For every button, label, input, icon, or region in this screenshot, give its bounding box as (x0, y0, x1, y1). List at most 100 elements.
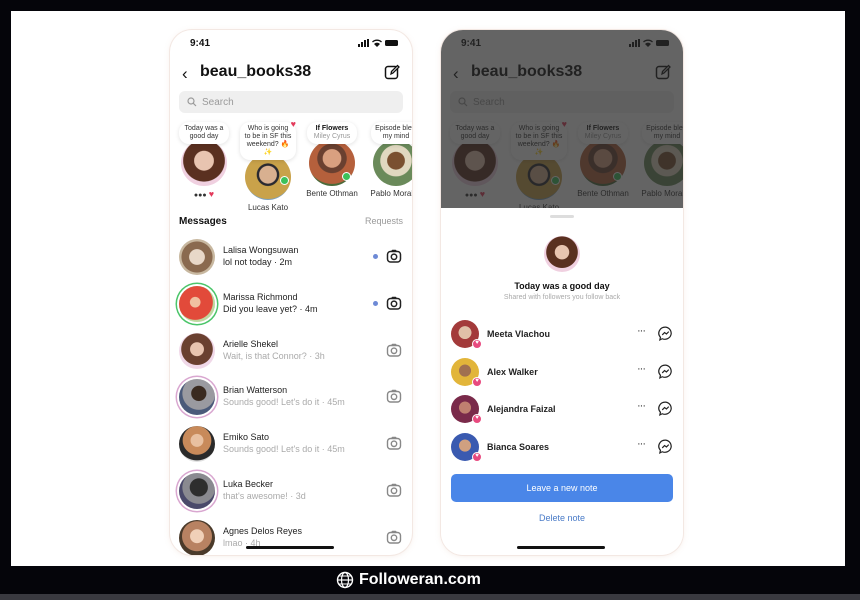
message-preview: Sounds good! Let's do it · 45m (223, 444, 345, 455)
camera-icon[interactable] (386, 342, 402, 358)
contact-name: Marissa Richmond (223, 291, 298, 302)
note-item[interactable]: ♥ Who is going to be in SF this weekend?… (238, 119, 298, 212)
more-icon[interactable]: ··· (637, 438, 646, 450)
heart-icon: ♥ (472, 414, 482, 425)
contact-name: Brian Watterson (223, 385, 288, 396)
message-preview: Did you leave yet? · 4m (223, 303, 318, 314)
more-icon[interactable]: ··· (637, 325, 646, 337)
note-name: Pablo Morales (370, 189, 412, 198)
camera-icon[interactable] (386, 529, 402, 545)
message-row[interactable]: Brian Watterson Sounds good! Let's do it… (170, 374, 412, 421)
search-placeholder: Search (202, 96, 234, 108)
signal-icon (358, 39, 369, 47)
message-preview: lol not today · 2m (223, 257, 293, 267)
note-bubble: Who is going to be in SF this weekend? 🔥… (240, 122, 296, 160)
message-row[interactable]: Luka Becker that's awesome! · 3d (170, 468, 412, 515)
message-row[interactable]: Lalisa Wongsuwan lol not today · 2m (170, 234, 412, 281)
note-item[interactable]: If Flowers Miley Cyrus Bente Othman (302, 122, 362, 198)
viewer-row[interactable]: ♥ Meeta Vlachou ··· (441, 316, 683, 354)
phone-inbox: 9:41 ‹ beau_books38 Search Today was a g… (170, 30, 412, 555)
heart-icon: ♥ (472, 339, 482, 349)
message-preview: Sounds good! Let's do it · 45m (223, 397, 345, 408)
note-audience: Shared with followers you follow back (503, 294, 621, 301)
unread-dot (373, 300, 378, 306)
viewer-row[interactable]: ♥ Bianca Soares ··· (441, 429, 683, 467)
viewer-name: Bianca Soares (487, 442, 550, 453)
search-icon (187, 97, 197, 107)
globe-icon (336, 571, 354, 589)
camera-icon[interactable] (386, 248, 402, 264)
header: ‹ beau_books38 (182, 62, 400, 84)
message-row[interactable]: Marissa Richmond Did you leave yet? · 4m (170, 281, 412, 328)
back-icon[interactable]: ‹ (182, 64, 188, 84)
viewer-name: Meeta Vlachou (487, 329, 551, 339)
heart-icon: ♥ (472, 376, 482, 387)
search-input[interactable]: Search (179, 91, 403, 113)
phone-note-sheet: 9:41 ‹ beau_books38 Search Today was a g… (441, 30, 683, 555)
account-title[interactable]: beau_books38 (200, 63, 311, 81)
messenger-icon[interactable] (658, 439, 673, 455)
status-bar: 9:41 (170, 38, 412, 50)
message-preview: Wait, is that Connor? · 3h (223, 350, 325, 361)
viewer-name: Alex Walker (487, 366, 538, 377)
avatar (179, 285, 215, 322)
camera-icon[interactable] (386, 388, 402, 404)
more-icon[interactable]: ··· (637, 400, 646, 412)
delete-note-button[interactable]: Delete note (441, 513, 683, 523)
note-item[interactable]: Today was a good day ●●● ♥ (174, 122, 234, 199)
camera-icon[interactable] (386, 482, 402, 498)
contact-name: Lalisa Wongsuwan (223, 245, 299, 255)
avatar (373, 140, 412, 186)
note-name: Bente Othman (306, 189, 358, 198)
message-list: Lalisa Wongsuwan lol not today · 2m Mari… (170, 234, 412, 555)
contact-name: Agnes Delos Reyes (223, 525, 303, 536)
messenger-icon[interactable] (658, 326, 673, 341)
note-bubble: Today was a good day (179, 122, 229, 144)
messenger-icon[interactable] (658, 401, 673, 417)
avatar (179, 519, 215, 555)
screenshot-frame: 9:41 ‹ beau_books38 Search Today was a g… (11, 11, 845, 566)
note-bottom-sheet: Today was a good day Shared with followe… (441, 208, 683, 555)
sheet-grabber[interactable] (550, 215, 574, 218)
avatar (179, 472, 215, 509)
heart-icon: ♥ (472, 452, 482, 463)
contact-name: Luka Becker (223, 478, 274, 489)
compose-icon[interactable] (384, 64, 400, 80)
viewer-row[interactable]: ♥ Alex Walker ··· (441, 354, 683, 392)
heart-icon: ♥ (290, 119, 296, 129)
online-indicator (280, 176, 289, 185)
camera-icon[interactable] (386, 295, 402, 311)
contact-name: Emiko Sato (223, 432, 270, 443)
footer-bar (0, 594, 860, 600)
notes-tray: Today was a good day ●●● ♥ ♥ Who is goin… (174, 119, 412, 212)
note-name: Lucas Kato (247, 203, 289, 212)
note-bubble: If Flowers Miley Cyrus (307, 122, 357, 144)
wifi-icon (372, 39, 382, 47)
heart-icon: ♥ (208, 189, 215, 199)
online-indicator (342, 172, 351, 181)
note-music-title: If Flowers (315, 125, 349, 132)
contact-name: Arielle Shekel (223, 338, 279, 349)
status-time: 9:41 (190, 38, 211, 49)
note-owner-avatar (544, 236, 580, 272)
message-row[interactable]: Arielle Shekel Wait, is that Connor? · 3… (170, 328, 412, 375)
messages-label: Messages (179, 216, 227, 227)
leave-new-note-button[interactable]: Leave a new note (451, 474, 673, 502)
note-item[interactable]: Episode blew my mind Pablo Morales (366, 122, 412, 198)
note-music-artist: Miley Cyrus (313, 133, 351, 140)
home-indicator (517, 546, 605, 549)
avatar (179, 379, 215, 416)
message-preview: that's awesome! · 3d (223, 490, 306, 501)
message-row[interactable]: Emiko Sato Sounds good! Let's do it · 45… (170, 421, 412, 468)
avatar (179, 332, 215, 369)
viewer-name: Alejandra Faizal (487, 404, 556, 415)
modal-backdrop[interactable] (441, 30, 683, 208)
viewer-row[interactable]: ♥ Alejandra Faizal ··· (441, 391, 683, 429)
camera-icon[interactable] (386, 435, 402, 451)
avatar (179, 239, 215, 275)
battery-icon (385, 40, 398, 46)
messenger-icon[interactable] (658, 364, 673, 379)
requests-link[interactable]: Requests (365, 216, 403, 226)
more-icon[interactable]: ··· (637, 363, 646, 375)
watermark-text: Followeran.com (359, 571, 481, 588)
